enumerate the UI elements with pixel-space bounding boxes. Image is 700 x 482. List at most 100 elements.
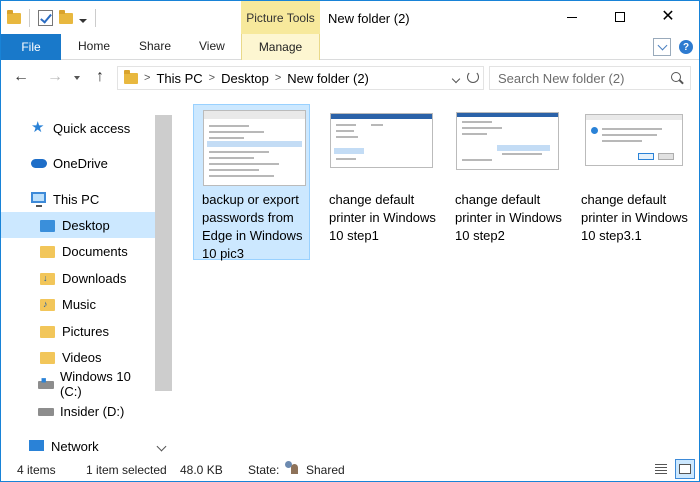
music-folder-icon: ♪	[40, 296, 56, 312]
new-folder-icon[interactable]	[59, 9, 73, 24]
file-item[interactable]: change default printer in Windows 10 ste…	[446, 104, 563, 260]
state-value: Shared	[306, 463, 345, 477]
computer-icon	[31, 191, 47, 207]
file-thumbnail	[582, 110, 685, 186]
nav-item-label: Documents	[62, 243, 128, 259]
close-button[interactable]: ✕	[645, 1, 691, 33]
screenshot-thumbnail-icon	[203, 110, 306, 186]
nav-item-documents[interactable]: Documents	[1, 238, 155, 264]
state-label: State:	[248, 463, 280, 477]
star-icon: ★	[31, 119, 45, 136]
nav-item-label: OneDrive	[53, 155, 108, 171]
breadcrumb-desktop[interactable]: Desktop	[221, 71, 269, 86]
minimize-icon	[567, 16, 577, 18]
search-placeholder: Search New folder (2)	[498, 70, 625, 86]
file-name: change default printer in Windows 10 ste…	[455, 192, 562, 243]
breadcrumb-separator-icon[interactable]: >	[209, 72, 215, 84]
tab-view[interactable]: View	[199, 39, 225, 53]
nav-item-pictures[interactable]: Pictures	[1, 318, 155, 344]
nav-item-label: Videos	[62, 349, 102, 365]
selection-size: 48.0 KB	[180, 463, 223, 477]
minimize-button[interactable]	[549, 1, 595, 33]
selection-count: 1 item selected	[86, 463, 167, 477]
details-view-icon	[655, 464, 667, 474]
maximize-icon	[615, 12, 625, 22]
search-input[interactable]: Search New folder (2)	[489, 66, 691, 90]
nav-item-label: Windows 10 (C:)	[60, 369, 131, 399]
nav-item-label: Network	[51, 438, 99, 454]
help-icon[interactable]: ?	[679, 40, 693, 54]
nav-item-network[interactable]: Network	[1, 433, 155, 459]
nav-item-onedrive[interactable]: OneDrive	[1, 150, 155, 176]
breadcrumb-separator-icon[interactable]: >	[275, 72, 281, 84]
folder-icon	[124, 69, 138, 84]
navigation-pane: ★ Quick access OneDrive This PC Desktop …	[1, 107, 173, 457]
maximize-button[interactable]	[597, 1, 643, 33]
screenshot-thumbnail-icon	[456, 112, 559, 170]
details-view-button[interactable]	[651, 459, 671, 479]
close-icon: ✕	[661, 8, 675, 25]
address-row: ← → ↑ > This PC > Desktop > New folder (…	[1, 61, 699, 95]
separator	[95, 9, 96, 27]
tab-file[interactable]: File	[1, 34, 61, 60]
drive-icon	[38, 403, 54, 419]
file-name: change default printer in Windows 10 ste…	[329, 192, 436, 243]
file-item[interactable]: backup or export passwords from Edge in …	[193, 104, 310, 261]
forward-button[interactable]: →	[47, 68, 63, 86]
nav-item-this-pc[interactable]: This PC	[1, 186, 155, 212]
address-bar[interactable]: > This PC > Desktop > New folder (2)	[117, 66, 484, 90]
address-dropdown-icon[interactable]	[451, 74, 461, 84]
nav-item-label: Insider (D:)	[60, 403, 125, 419]
videos-folder-icon	[40, 349, 56, 365]
quick-access-toolbar	[7, 7, 98, 29]
properties-icon[interactable]	[38, 10, 53, 26]
file-thumbnail	[330, 110, 433, 186]
file-item[interactable]: change default printer in Windows 10 ste…	[320, 104, 437, 260]
nav-item-music[interactable]: ♪ Music	[1, 291, 155, 317]
breadcrumb-this-pc[interactable]: This PC	[156, 71, 202, 86]
file-list: backup or export passwords from Edge in …	[183, 97, 699, 457]
recent-locations-icon[interactable]	[74, 76, 80, 80]
file-name: change default printer in Windows 10 ste…	[581, 192, 688, 243]
nav-item-desktop[interactable]: Desktop	[1, 212, 155, 238]
nav-item-label: Quick access	[53, 120, 131, 136]
tab-manage[interactable]: Manage	[241, 34, 320, 60]
nav-item-label: Pictures	[62, 323, 109, 339]
refresh-icon[interactable]	[467, 71, 479, 83]
nav-item-downloads[interactable]: ↓ Downloads	[1, 265, 155, 291]
nav-item-label: Downloads	[62, 270, 127, 286]
nav-item-label: Desktop	[62, 217, 110, 233]
downloads-folder-icon: ↓	[40, 270, 56, 286]
screenshot-thumbnail-icon	[584, 114, 683, 166]
expand-ribbon-button[interactable]	[653, 38, 671, 56]
title-bar: Picture Tools New folder (2) ✕	[1, 1, 699, 34]
status-bar: 4 items 1 item selected 48.0 KB State: S…	[1, 457, 699, 481]
nav-scrollbar[interactable]	[155, 115, 172, 391]
back-button[interactable]: ←	[13, 68, 29, 86]
nav-item-videos[interactable]: Videos	[1, 344, 155, 370]
ribbon-tabs: File Home Share View Manage ?	[1, 34, 699, 60]
breadcrumb-new-folder[interactable]: New folder (2)	[287, 71, 369, 86]
desktop-folder-icon	[40, 217, 56, 233]
tab-share[interactable]: Share	[139, 39, 171, 53]
tab-home[interactable]: Home	[78, 39, 110, 53]
search-icon	[671, 72, 681, 82]
picture-tools-label: Picture Tools	[241, 1, 320, 34]
large-icons-view-button[interactable]	[675, 459, 695, 479]
chevron-down-icon[interactable]	[156, 441, 167, 452]
up-button[interactable]: ↑	[96, 68, 104, 86]
chevron-down-icon	[657, 40, 667, 50]
customize-toolbar-icon[interactable]	[79, 19, 87, 23]
separator	[29, 9, 30, 27]
large-icons-view-icon	[679, 464, 691, 474]
file-name: backup or export passwords from Edge in …	[202, 192, 303, 261]
documents-folder-icon	[40, 243, 56, 259]
explorer-window: Picture Tools New folder (2) ✕ File Home…	[0, 0, 700, 482]
nav-item-label: This PC	[53, 191, 100, 207]
breadcrumb-separator-icon[interactable]: >	[144, 72, 150, 84]
network-icon	[29, 438, 45, 454]
nav-item-quick-access[interactable]: ★ Quick access	[1, 115, 155, 141]
nav-item-windows-drive[interactable]: ■ Windows 10 (C:)	[1, 369, 155, 399]
nav-item-insider-drive[interactable]: Insider (D:)	[1, 398, 155, 424]
file-item[interactable]: change default printer in Windows 10 ste…	[572, 104, 689, 260]
